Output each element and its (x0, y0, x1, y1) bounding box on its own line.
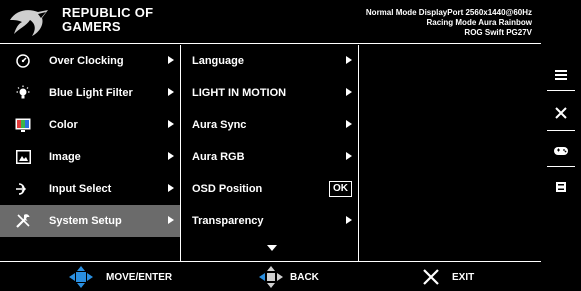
menu-item-over-clocking[interactable]: Over Clocking (0, 45, 180, 77)
submenu-item-transparency[interactable]: Transparency (181, 205, 358, 237)
side-divider (547, 166, 575, 167)
chevron-right-icon (346, 56, 352, 64)
submenu-item-aura-rgb[interactable]: Aura RGB (181, 141, 358, 173)
chevron-right-icon (168, 152, 174, 160)
color-monitor-icon (14, 117, 32, 133)
rog-logo-icon (10, 10, 48, 36)
submenu-item-aura-sync[interactable]: Aura Sync (181, 109, 358, 141)
main-menu: Over Clocking Blue Light Filter Color Im… (0, 45, 181, 261)
chevron-right-icon (168, 56, 174, 64)
tools-icon (14, 213, 32, 229)
bulb-icon (14, 85, 32, 101)
input-icon (14, 181, 32, 197)
option-panel (359, 45, 541, 261)
chevron-right-icon (346, 88, 352, 96)
menu-item-color[interactable]: Color (0, 109, 180, 141)
status-line-2: Racing Mode Aura Rainbow (426, 18, 533, 27)
gameplus-button[interactable] (541, 176, 581, 198)
submenu-item-language[interactable]: Language (181, 45, 358, 77)
side-divider (547, 130, 575, 131)
close-icon (555, 107, 567, 119)
speedometer-icon (14, 53, 32, 69)
submenu-item-label: LIGHT IN MOTION (192, 87, 287, 99)
back-hint[interactable]: BACK (256, 262, 319, 291)
joystick-nav-icon (69, 266, 93, 288)
submenu-item-label: Language (192, 55, 244, 67)
menu-icon (555, 70, 567, 80)
menu-item-input-select[interactable]: Input Select (0, 173, 180, 205)
menu-item-label: Input Select (49, 183, 112, 195)
status-line-3: ROG Swift PG27V (464, 28, 532, 37)
submenu-item-label: Transparency (192, 215, 264, 227)
menu-item-label: Color (49, 119, 78, 131)
side-divider (547, 90, 575, 91)
menu-item-label: Blue Light Filter (49, 87, 133, 99)
osd-footer: MOVE/ENTER BACK EXIT (0, 261, 541, 291)
menu-item-label: System Setup (49, 215, 122, 227)
brand-name: REPUBLIC OF GAMERS (62, 6, 153, 34)
ok-button[interactable]: OK (329, 181, 352, 197)
exit-label: EXIT (452, 271, 475, 283)
exit-x-icon (423, 269, 439, 285)
brand-line-1: REPUBLIC OF (62, 5, 154, 20)
gamevisual-button[interactable] (541, 140, 581, 162)
move-enter-hint: MOVE/ENTER (66, 262, 172, 291)
chevron-right-icon (168, 120, 174, 128)
menu-item-image[interactable]: Image (0, 141, 180, 173)
menu-item-label: Over Clocking (49, 55, 124, 67)
submenu: Language LIGHT IN MOTION Aura Sync Aura … (181, 45, 359, 261)
submenu-item-label: Aura RGB (192, 151, 245, 163)
chevron-right-icon (346, 216, 352, 224)
menu-button[interactable] (541, 64, 581, 86)
submenu-item-label: Aura Sync (192, 119, 247, 131)
gameplus-icon (556, 182, 566, 192)
chevron-right-icon (346, 120, 352, 128)
chevron-right-icon (168, 184, 174, 192)
menu-item-blue-light-filter[interactable]: Blue Light Filter (0, 77, 180, 109)
scroll-down-icon[interactable] (267, 245, 277, 251)
chevron-right-icon (168, 88, 174, 96)
submenu-item-osd-position[interactable]: OSD Position OK (181, 173, 358, 205)
move-enter-label: MOVE/ENTER (106, 271, 173, 283)
chevron-right-icon (346, 152, 352, 160)
exit-hint[interactable]: EXIT (422, 262, 474, 291)
gamepad-icon (554, 147, 568, 155)
osd-header: REPUBLIC OF GAMERS Normal Mode DisplayPo… (0, 0, 541, 44)
submenu-item-light-in-motion[interactable]: LIGHT IN MOTION (181, 77, 358, 109)
status-info: Normal Mode DisplayPort 2560x1440@60Hz R… (366, 8, 532, 38)
image-icon (14, 149, 32, 165)
osd-menu: REPUBLIC OF GAMERS Normal Mode DisplayPo… (0, 0, 541, 291)
menu-item-label: Image (49, 151, 81, 163)
back-label: BACK (290, 271, 319, 283)
side-button-bar (541, 0, 581, 291)
status-line-1: Normal Mode DisplayPort 2560x1440@60Hz (365, 8, 532, 17)
close-button[interactable] (541, 102, 581, 124)
brand-line-2: GAMERS (62, 19, 121, 34)
submenu-item-label: OSD Position (192, 183, 263, 195)
menu-item-system-setup[interactable]: System Setup (0, 205, 180, 237)
joystick-back-icon (259, 266, 283, 288)
chevron-right-icon (168, 216, 174, 224)
